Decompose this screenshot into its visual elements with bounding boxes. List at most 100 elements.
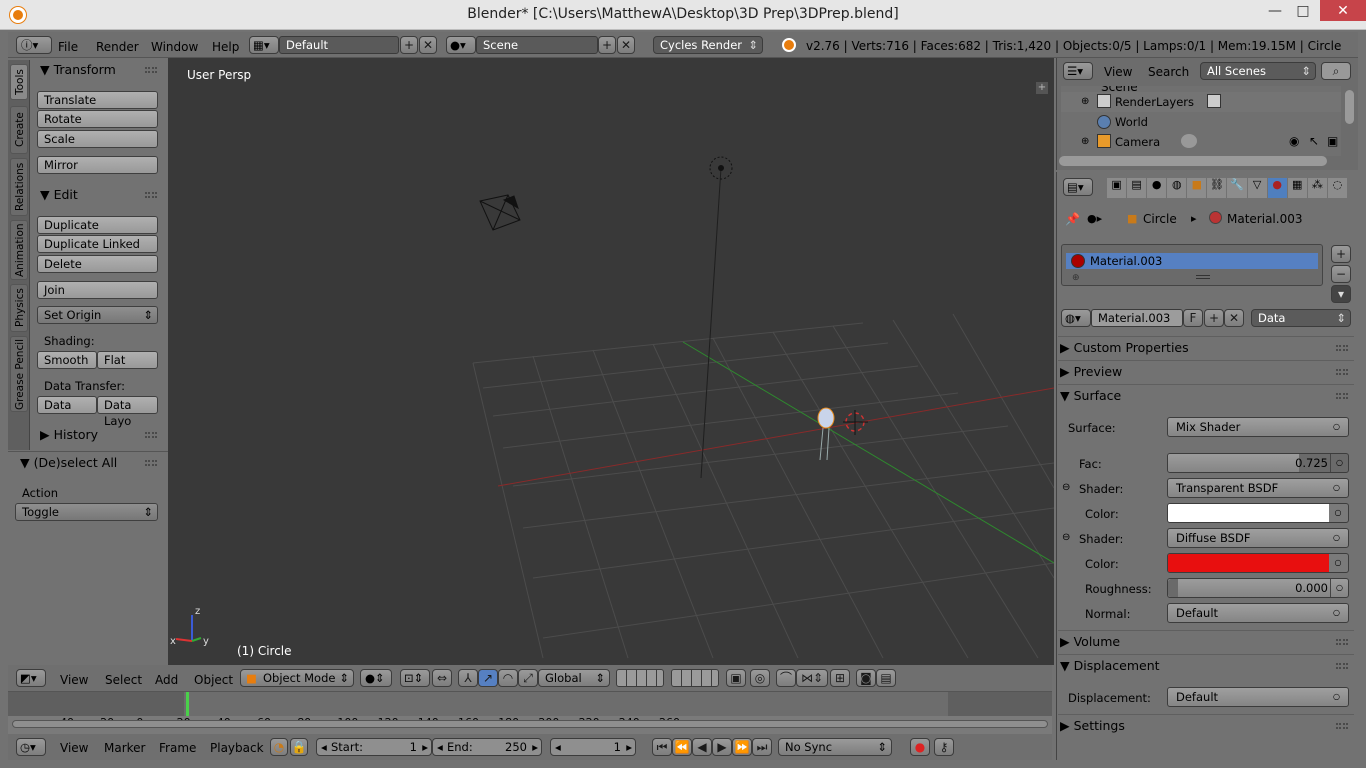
preview-header[interactable]: ▶ Preview [1060,361,1352,383]
play-icon[interactable]: ▶ [712,738,732,756]
orientation-dropdown[interactable]: Global ⇕ [538,669,610,687]
3d-viewport[interactable]: z x y User Persp (1) Circle + [168,58,1054,665]
timeline-menu-view[interactable]: View [60,741,88,755]
add-scene-button[interactable]: + [598,36,616,54]
delete-scene-button[interactable]: ✕ [617,36,635,54]
socket-icon[interactable]: ○ [1330,579,1348,597]
action-dropdown[interactable]: Toggle ⇕ [15,503,158,521]
data-tab-icon[interactable]: ▽ [1247,178,1267,198]
collapse-shader-icon[interactable]: ⊖ [1062,482,1070,493]
modifiers-tab-icon[interactable]: 🔧 [1227,178,1247,198]
menu-window[interactable]: Window [151,40,198,54]
menu-render[interactable]: Render [96,40,139,54]
proportional-edit-icon[interactable]: ◎ [750,669,770,687]
cursor-select-icon[interactable]: ↖ [1309,134,1319,148]
volume-header[interactable]: ▶ Volume [1060,631,1352,653]
layers-grid-2[interactable] [671,669,719,687]
data-transfer-button[interactable]: Data [37,396,97,414]
outliner-menu-view[interactable]: View [1104,65,1132,79]
pin-icon[interactable]: 📌 [1065,212,1080,226]
roughness-slider[interactable]: 0.000 ○ [1167,578,1349,598]
outliner-filter-dropdown[interactable]: All Scenes ⇕ [1200,62,1316,80]
next-keyframe-icon[interactable]: ⏩ [732,738,752,756]
add-layout-button[interactable]: + [400,36,418,54]
tab-relations[interactable]: Relations [10,158,28,216]
current-frame-indicator[interactable] [186,692,189,716]
data-layout-button[interactable]: Data Layo [97,396,158,428]
displacement-header[interactable]: ▼ Displacement [1060,655,1352,677]
drag-handle-icon[interactable] [1336,345,1348,351]
delete-button[interactable]: Delete [37,255,158,273]
viewport-shading-dropdown[interactable]: ●⇕ [360,669,392,687]
set-origin-dropdown[interactable]: Set Origin ⇕ [37,306,158,324]
unlink-material-button[interactable]: ✕ [1224,309,1244,327]
history-panel-header[interactable]: ▶ History [40,427,98,442]
scale-manipulator-button[interactable]: ⤢ [518,669,538,687]
particles-tab-icon[interactable]: ⁂ [1307,178,1327,198]
play-reverse-icon[interactable]: ◀ [692,738,712,756]
timeline-menu-frame[interactable]: Frame [159,741,196,755]
drag-handle-icon[interactable] [1336,723,1348,729]
menu-select[interactable]: Select [105,673,142,687]
material-slot-row[interactable]: Material.003 [1066,253,1318,269]
color1-field[interactable]: ○ [1167,503,1349,523]
color1-swatch[interactable] [1168,504,1329,522]
drag-handle-icon[interactable] [145,192,157,198]
socket-icon[interactable]: ○ [1328,504,1348,522]
mirror-button[interactable]: Mirror [37,156,158,174]
drag-handle-icon[interactable] [1336,663,1348,669]
edit-panel-header[interactable]: ▼ Edit [40,187,78,202]
pivot-point-dropdown[interactable]: ⊡⇕ [400,669,430,687]
editor-type-timeline-button[interactable]: ◷▾ [16,738,46,756]
shader1-dropdown[interactable]: Transparent BSDF ○ [1167,478,1349,498]
surface-shader-dropdown[interactable]: Mix Shader ○ [1167,417,1349,437]
link-dropdown[interactable]: Data ⇕ [1251,309,1351,327]
material-name-field[interactable]: Material.003 [1091,309,1183,327]
render-opengl-icon[interactable]: ◙ [856,669,876,687]
tab-physics[interactable]: Physics [10,284,28,332]
operator-panel-header[interactable]: ▼ (De)select All [20,455,117,470]
normal-dropdown[interactable]: Default ○ [1167,603,1349,623]
fac-slider[interactable]: 0.725 ○ [1167,453,1349,473]
drag-handle-icon[interactable] [145,67,157,73]
object-tab-icon[interactable]: ■ [1187,178,1207,198]
timeline[interactable]: -40-200204060801001201401601802002202402… [8,692,1052,734]
tab-create[interactable]: Create [10,106,28,154]
editor-type-3d-button[interactable]: ◩▾ [16,669,46,687]
duplicate-button[interactable]: Duplicate [37,216,158,234]
menu-view[interactable]: View [60,673,88,687]
fake-user-button[interactable]: F [1183,309,1203,327]
lock-icon[interactable]: 🔒 [290,738,308,756]
shader2-dropdown[interactable]: Diffuse BSDF ○ [1167,528,1349,548]
new-material-button[interactable]: + [1204,309,1224,327]
record-icon[interactable]: ● [910,738,930,756]
menu-file[interactable]: File [58,40,78,54]
editor-type-info-button[interactable]: ⓘ▾ [16,36,52,54]
color2-field[interactable]: ○ [1167,553,1349,573]
outliner-item-renderlayers[interactable]: RenderLayers [1115,95,1194,109]
outliner-menu-search[interactable]: Search [1148,65,1189,79]
color2-swatch[interactable] [1168,554,1329,572]
rotate-button[interactable]: Rotate [37,110,158,128]
manipulator-toggle-button[interactable]: ⅄ [458,669,478,687]
displacement-dropdown[interactable]: Default ○ [1167,687,1349,707]
tab-animation[interactable]: Animation [10,220,28,280]
end-frame-field[interactable]: ◂ End: 250 ▸ [432,738,542,756]
drag-handle-icon[interactable] [1336,393,1348,399]
render-camera-icon[interactable]: ▣ [1327,134,1338,148]
maximize-button[interactable]: □ [1288,0,1318,22]
current-frame-field[interactable]: ◂ 1 ▸ [550,738,636,756]
physics-tab-icon[interactable]: ◌ [1327,178,1347,198]
mode-dropdown[interactable]: ■ Object Mode ⇕ [240,669,354,687]
prev-keyframe-icon[interactable]: ⏪ [672,738,692,756]
render-engine-dropdown[interactable]: Cycles Render ⇕ [653,36,763,54]
list-grip-icon[interactable] [1196,275,1210,279]
flat-button[interactable]: Flat [97,351,158,369]
layout-browse-button[interactable]: ▦▾ [249,36,279,54]
translate-button[interactable]: Translate [37,91,158,109]
resize-handle-icon[interactable]: ⊕ [1072,273,1080,283]
jump-end-icon[interactable]: ⏭ [752,738,772,756]
start-frame-field[interactable]: ◂ Start: 1 ▸ [316,738,432,756]
menu-add[interactable]: Add [155,673,178,687]
render-tab-icon[interactable]: ▣ [1107,178,1127,198]
